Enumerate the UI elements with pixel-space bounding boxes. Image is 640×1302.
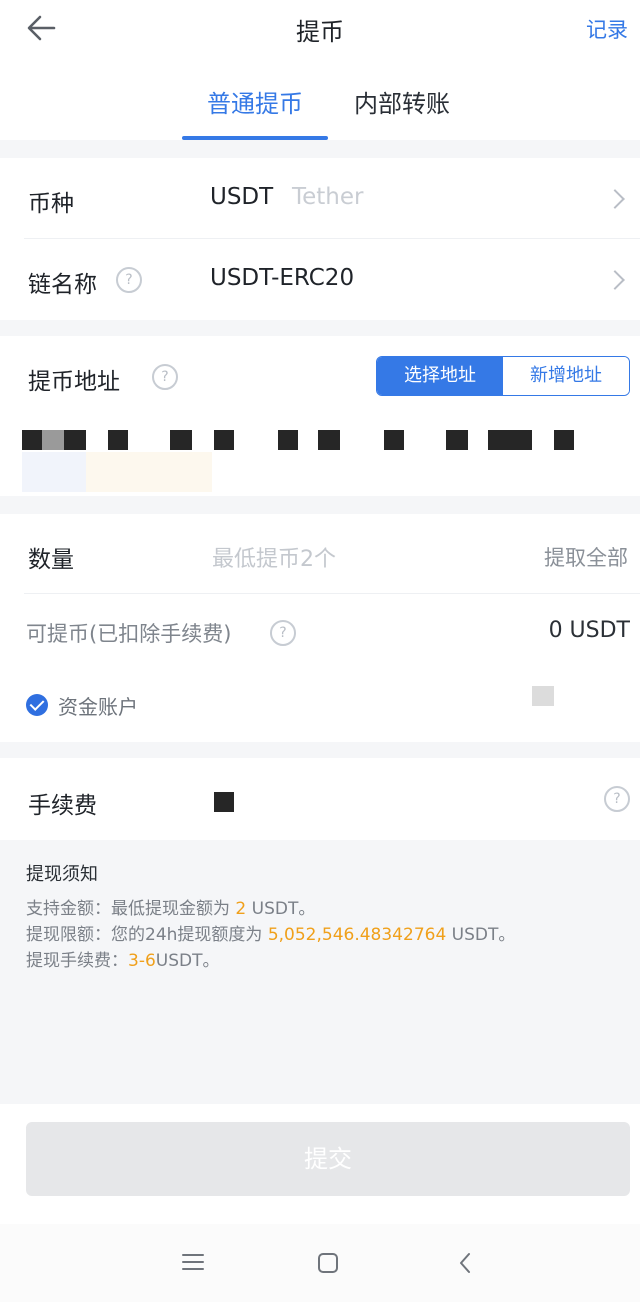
notice-line-1: 支持金额：最低提现金额为 2 USDT。	[26, 899, 316, 919]
amount-input[interactable]: 最低提币2个	[212, 541, 336, 573]
back-triangle-icon[interactable]	[456, 1251, 474, 1275]
currency-subname: Tether	[292, 184, 364, 210]
chain-label: 链名称	[28, 272, 97, 298]
notice-title: 提现须知	[26, 864, 98, 885]
notice-line-3: 提现手续费：3-6USDT。	[26, 951, 220, 971]
check-circle-icon[interactable]	[26, 694, 48, 716]
divider	[24, 238, 640, 239]
currency-value: USDT	[210, 184, 274, 210]
fund-account-label[interactable]: 资金账户	[58, 691, 138, 720]
chain-value: USDT-ERC20	[210, 265, 355, 291]
records-link[interactable]: 记录	[586, 14, 628, 44]
available-label: 可提币(已扣除手续费)	[26, 622, 232, 646]
question-icon[interactable]: ?	[270, 620, 296, 646]
question-icon[interactable]: ?	[604, 786, 630, 812]
active-tab-indicator	[182, 136, 328, 140]
tab-normal-withdraw[interactable]: 普通提币	[182, 84, 328, 119]
available-value: 0 USDT	[548, 618, 630, 643]
withdraw-all-button[interactable]: 提取全部	[544, 542, 628, 572]
submit-button[interactable]: 提交	[26, 1122, 630, 1196]
page-title: 提币	[296, 18, 344, 46]
home-square-icon[interactable]	[316, 1252, 340, 1274]
notice-line-2: 提现限额：您的24h提现额度为 5,052,546.48342764 USDT。	[26, 925, 516, 945]
address-toggle: 选择地址 新增地址	[376, 356, 630, 396]
address-label: 提币地址	[28, 369, 120, 395]
menu-icon[interactable]	[180, 1252, 206, 1272]
tab-internal-transfer[interactable]: 内部转账	[336, 84, 468, 119]
question-icon[interactable]: ?	[152, 364, 178, 390]
redacted-balance	[532, 686, 554, 706]
divider	[24, 593, 640, 594]
currency-label: 币种	[28, 191, 74, 217]
add-address-button[interactable]: 新增地址	[503, 357, 629, 395]
select-address-button[interactable]: 选择地址	[377, 357, 503, 395]
question-icon[interactable]: ?	[116, 267, 142, 293]
amount-label: 数量	[28, 547, 74, 573]
redacted-fee	[214, 792, 234, 812]
fee-label: 手续费	[28, 793, 97, 819]
